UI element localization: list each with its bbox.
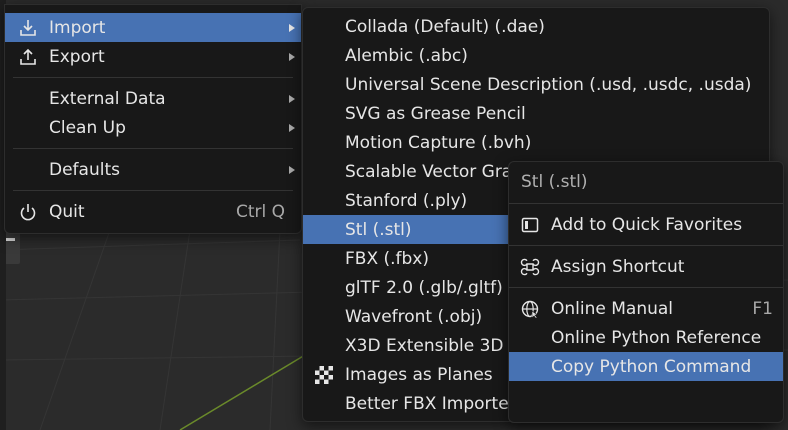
import-item-label: Collada (Default) (.dae) [345, 16, 545, 37]
menu-item-assign-shortcut[interactable]: Assign Shortcut [509, 252, 783, 281]
checker-icon [313, 364, 335, 386]
context-menu-title: Stl (.stl) [521, 172, 588, 192]
shortcut-icon [519, 256, 541, 278]
import-item-label: Images as Planes [345, 364, 493, 385]
menu-separator [509, 203, 783, 204]
menu-item-defaults[interactable]: Defaults [5, 155, 301, 184]
submenu-arrow-icon [289, 123, 295, 132]
submenu-arrow-icon [289, 23, 295, 32]
import-item-label: Alembic (.abc) [345, 45, 468, 66]
globe-icon [519, 298, 541, 320]
file-menu: Import Export External Data Clean Up Def… [4, 4, 302, 234]
assign-shortcut-label: Assign Shortcut [551, 256, 685, 277]
menu-separator [13, 148, 293, 149]
context-menu: Stl (.stl) Add to Quick Favorites Assign… [508, 161, 784, 423]
menu-separator [509, 287, 783, 288]
import-icon [17, 17, 39, 39]
menu-item-online-python-reference[interactable]: Online Python Reference [509, 323, 783, 352]
import-item-bvh[interactable]: Motion Capture (.bvh) [303, 128, 769, 157]
menu-item-external-data[interactable]: External Data [5, 84, 301, 113]
import-item-usd[interactable]: Universal Scene Description (.usd, .usdc… [303, 70, 769, 99]
menu-item-import[interactable]: Import [5, 13, 301, 42]
import-item-label: SVG as Grease Pencil [345, 103, 526, 124]
quit-shortcut: Ctrl Q [235, 201, 285, 222]
menu-separator [509, 245, 783, 246]
defaults-label: Defaults [49, 159, 120, 180]
favorites-icon [519, 214, 541, 236]
online-manual-shortcut: F1 [752, 298, 773, 319]
submenu-arrow-icon [289, 52, 295, 61]
import-item-alembic[interactable]: Alembic (.abc) [303, 41, 769, 70]
menu-separator [13, 190, 293, 191]
menu-item-add-to-quick-favorites[interactable]: Add to Quick Favorites [509, 210, 783, 239]
import-item-label: FBX (.fbx) [345, 248, 429, 269]
menu-separator [13, 77, 293, 78]
submenu-arrow-icon [289, 94, 295, 103]
menu-item-export[interactable]: Export [5, 42, 301, 71]
online-python-reference-label: Online Python Reference [551, 327, 762, 348]
export-label: Export [49, 46, 105, 67]
import-item-label: Universal Scene Description (.usd, .usdc… [345, 74, 752, 95]
menu-item-online-manual[interactable]: Online Manual F1 [509, 294, 783, 323]
submenu-arrow-icon [289, 165, 295, 174]
menu-item-copy-python-command[interactable]: Copy Python Command [509, 352, 783, 381]
online-manual-label: Online Manual [551, 298, 674, 319]
import-item-label: Stanford (.ply) [345, 190, 468, 211]
add-to-quick-favorites-label: Add to Quick Favorites [551, 214, 743, 235]
import-item-collada[interactable]: Collada (Default) (.dae) [303, 12, 769, 41]
external-data-label: External Data [49, 88, 166, 109]
clean-up-label: Clean Up [49, 117, 126, 138]
copy-python-command-label: Copy Python Command [551, 356, 752, 377]
import-item-svg-grease-pencil[interactable]: SVG as Grease Pencil [303, 99, 769, 128]
import-item-label: glTF 2.0 (.glb/.gltf) [345, 277, 503, 298]
import-label: Import [49, 17, 106, 38]
quit-label: Quit [49, 201, 85, 222]
menu-item-quit[interactable]: Quit Ctrl Q [5, 197, 301, 226]
menu-item-clean-up[interactable]: Clean Up [5, 113, 301, 142]
power-icon [17, 201, 39, 223]
export-icon [17, 46, 39, 68]
import-item-label: Stl (.stl) [345, 219, 412, 240]
import-item-label: Wavefront (.obj) [345, 306, 483, 327]
import-item-label: Motion Capture (.bvh) [345, 132, 532, 153]
